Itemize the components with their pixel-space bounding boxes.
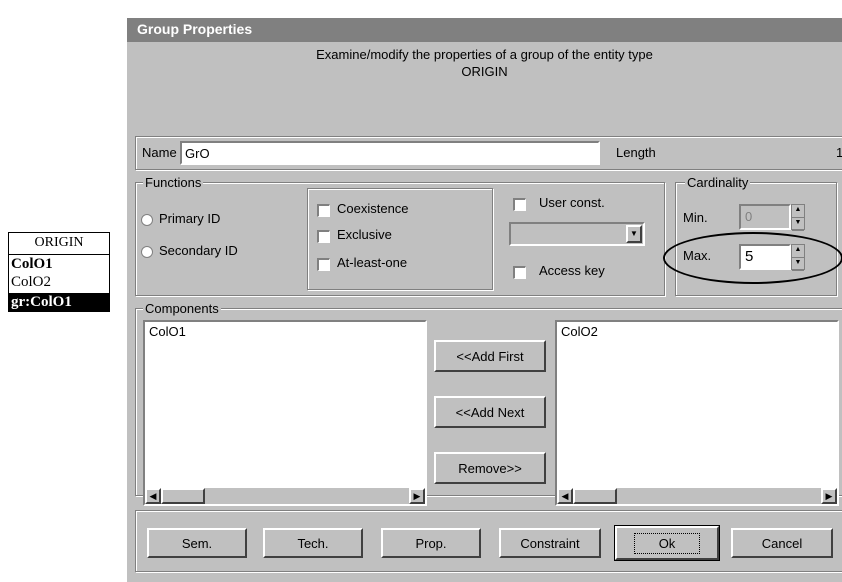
entity-group-selected[interactable]: gr:ColO1 (9, 293, 109, 311)
entity-box: ORIGIN ColO1 ColO2 gr:ColO1 (8, 232, 110, 312)
coexistence-checkbox[interactable] (317, 204, 330, 217)
name-value: GrO (185, 146, 210, 161)
user-const-dropdown[interactable]: ▼ (509, 222, 645, 246)
scroll-thumb[interactable] (161, 488, 205, 504)
add-next-button[interactable]: <<Add Next (434, 396, 546, 428)
entity-attribute[interactable]: ColO2 (9, 273, 109, 291)
scroll-right-icon[interactable]: ▶ (409, 488, 425, 504)
secondary-id-label: Secondary ID (159, 243, 238, 258)
spin-up-icon[interactable]: ▲ (792, 205, 804, 218)
user-const-label: User const. (539, 195, 605, 210)
access-key-checkbox[interactable] (513, 266, 526, 279)
dialog-description: Examine/modify the properties of a group… (127, 46, 842, 80)
description-entity: ORIGIN (461, 64, 508, 79)
min-field: 0 (739, 204, 791, 230)
length-value: 1 (836, 145, 842, 160)
primary-id-radio[interactable] (141, 214, 153, 226)
cardinality-legend: Cardinality (685, 175, 751, 190)
remove-label: Remove>> (458, 460, 522, 476)
add-next-label: <<Add Next (455, 404, 525, 420)
name-label: Name (142, 145, 177, 160)
chevron-down-icon[interactable]: ▼ (626, 225, 642, 243)
group-properties-dialog: Group Properties Examine/modify the prop… (127, 18, 842, 582)
primary-id-label: Primary ID (159, 211, 221, 226)
at-least-one-label: At-least-one (337, 255, 408, 270)
prop-button[interactable]: Prop. (381, 528, 481, 558)
components-legend: Components (143, 301, 221, 316)
list-item[interactable]: ColO2 (561, 324, 598, 339)
horizontal-scrollbar[interactable]: ◀ ▶ (557, 488, 837, 504)
entity-header: ORIGIN (9, 233, 109, 255)
length-label: Length (616, 145, 656, 160)
constraint-label: Constraint (520, 535, 580, 551)
remove-button[interactable]: Remove>> (434, 452, 546, 484)
title-bar[interactable]: Group Properties (127, 18, 842, 42)
scroll-thumb[interactable] (573, 488, 617, 504)
at-least-one-checkbox[interactable] (317, 258, 330, 271)
cancel-button[interactable]: Cancel (731, 528, 833, 558)
components-right-list[interactable]: ColO2 ◀ ▶ (555, 320, 839, 506)
components-left-list[interactable]: ColO1 ◀ ▶ (143, 320, 427, 506)
entity-attribute[interactable]: ColO1 (9, 255, 109, 273)
scroll-left-icon[interactable]: ◀ (557, 488, 573, 504)
constraint-button[interactable]: Constraint (499, 528, 601, 558)
add-first-label: <<Add First (456, 348, 524, 364)
sem-label: Sem. (181, 535, 213, 551)
exclusive-checkbox[interactable] (317, 230, 330, 243)
prop-label: Prop. (415, 535, 447, 551)
scroll-left-icon[interactable]: ◀ (145, 488, 161, 504)
exclusive-label: Exclusive (337, 227, 392, 242)
add-first-button[interactable]: <<Add First (434, 340, 546, 372)
ok-label: Ok (633, 532, 701, 554)
highlight-ellipse (663, 232, 842, 284)
access-key-label: Access key (539, 263, 605, 278)
min-value: 0 (745, 209, 753, 224)
tech-label: Tech. (297, 535, 329, 551)
name-input[interactable]: GrO (180, 141, 600, 165)
min-label: Min. (683, 210, 708, 225)
secondary-id-radio[interactable] (141, 246, 153, 258)
coexistence-label: Coexistence (337, 201, 409, 216)
min-spinner[interactable]: ▲ ▼ (791, 204, 805, 231)
name-section: Name GrO Length 1 (135, 136, 842, 170)
list-item[interactable]: ColO1 (149, 324, 186, 339)
dialog-title: Group Properties (137, 21, 253, 37)
spin-down-icon[interactable]: ▼ (792, 218, 804, 231)
sem-button[interactable]: Sem. (147, 528, 247, 558)
description-line: Examine/modify the properties of a group… (316, 47, 653, 62)
horizontal-scrollbar[interactable]: ◀ ▶ (145, 488, 425, 504)
ok-button[interactable]: Ok (614, 525, 720, 561)
tech-button[interactable]: Tech. (263, 528, 363, 558)
functions-legend: Functions (143, 175, 204, 190)
user-const-checkbox[interactable] (513, 198, 526, 211)
cancel-label: Cancel (761, 535, 803, 551)
scroll-right-icon[interactable]: ▶ (821, 488, 837, 504)
